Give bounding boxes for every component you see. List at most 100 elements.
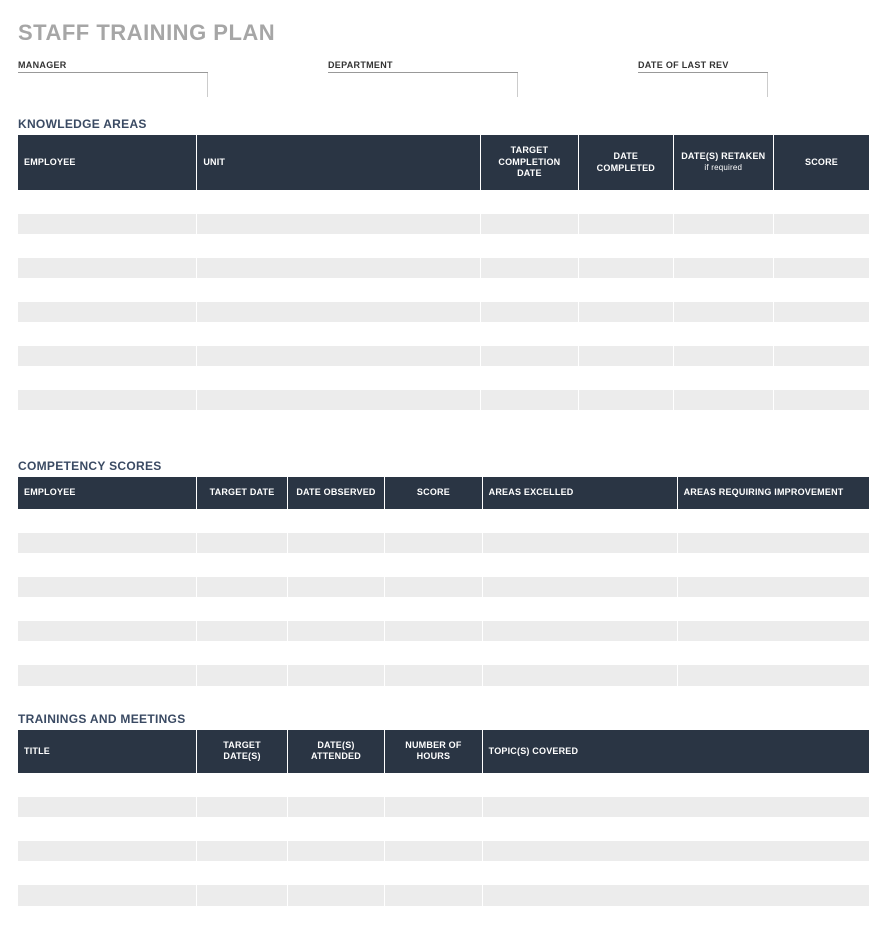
- cell-dates_retaken[interactable]: [673, 213, 773, 235]
- cell-employee[interactable]: [18, 389, 197, 411]
- cell-title[interactable]: [18, 862, 197, 884]
- cell-dates_attended[interactable]: [287, 840, 384, 862]
- cell-hours[interactable]: [385, 862, 482, 884]
- cell-date_observed[interactable]: [287, 620, 384, 642]
- cell-target_completion[interactable]: [480, 367, 578, 389]
- cell-unit[interactable]: [197, 213, 480, 235]
- meta-department-value[interactable]: [328, 73, 518, 97]
- cell-areas_improve[interactable]: [677, 598, 869, 620]
- cell-employee[interactable]: [18, 642, 197, 664]
- cell-date_completed[interactable]: [579, 235, 673, 257]
- cell-score[interactable]: [774, 191, 869, 213]
- cell-target_completion[interactable]: [480, 389, 578, 411]
- cell-areas_improve[interactable]: [677, 642, 869, 664]
- cell-areas_excelled[interactable]: [482, 576, 677, 598]
- cell-topics[interactable]: [482, 818, 869, 840]
- cell-areas_excelled[interactable]: [482, 620, 677, 642]
- cell-areas_improve[interactable]: [677, 510, 869, 532]
- cell-target_dates[interactable]: [197, 884, 287, 906]
- cell-target_completion[interactable]: [480, 279, 578, 301]
- cell-score[interactable]: [774, 213, 869, 235]
- cell-score[interactable]: [385, 510, 482, 532]
- cell-areas_excelled[interactable]: [482, 598, 677, 620]
- cell-score[interactable]: [385, 532, 482, 554]
- cell-employee[interactable]: [18, 191, 197, 213]
- cell-date_completed[interactable]: [579, 257, 673, 279]
- cell-target_completion[interactable]: [480, 235, 578, 257]
- cell-areas_improve[interactable]: [677, 532, 869, 554]
- cell-target_dates[interactable]: [197, 840, 287, 862]
- cell-dates_retaken[interactable]: [673, 279, 773, 301]
- cell-title[interactable]: [18, 840, 197, 862]
- cell-score[interactable]: [385, 576, 482, 598]
- cell-score[interactable]: [774, 301, 869, 323]
- cell-hours[interactable]: [385, 840, 482, 862]
- cell-score[interactable]: [774, 389, 869, 411]
- cell-score[interactable]: [774, 279, 869, 301]
- cell-target_date[interactable]: [197, 598, 287, 620]
- cell-score[interactable]: [385, 554, 482, 576]
- cell-employee[interactable]: [18, 664, 197, 686]
- cell-title[interactable]: [18, 884, 197, 906]
- meta-date-rev-value[interactable]: [638, 73, 768, 97]
- cell-topics[interactable]: [482, 862, 869, 884]
- cell-date_observed[interactable]: [287, 576, 384, 598]
- cell-date_observed[interactable]: [287, 510, 384, 532]
- cell-dates_attended[interactable]: [287, 774, 384, 796]
- cell-dates_attended[interactable]: [287, 862, 384, 884]
- cell-target_date[interactable]: [197, 642, 287, 664]
- cell-employee[interactable]: [18, 367, 197, 389]
- cell-score[interactable]: [774, 323, 869, 345]
- cell-topics[interactable]: [482, 774, 869, 796]
- cell-dates_retaken[interactable]: [673, 191, 773, 213]
- cell-score[interactable]: [385, 598, 482, 620]
- cell-unit[interactable]: [197, 367, 480, 389]
- cell-score[interactable]: [774, 411, 869, 433]
- cell-target_dates[interactable]: [197, 818, 287, 840]
- cell-dates_retaken[interactable]: [673, 345, 773, 367]
- cell-date_observed[interactable]: [287, 598, 384, 620]
- cell-date_completed[interactable]: [579, 301, 673, 323]
- cell-date_completed[interactable]: [579, 367, 673, 389]
- cell-employee[interactable]: [18, 345, 197, 367]
- cell-areas_improve[interactable]: [677, 576, 869, 598]
- cell-dates_attended[interactable]: [287, 818, 384, 840]
- cell-hours[interactable]: [385, 884, 482, 906]
- cell-areas_improve[interactable]: [677, 620, 869, 642]
- cell-score[interactable]: [774, 345, 869, 367]
- cell-score[interactable]: [774, 257, 869, 279]
- cell-employee[interactable]: [18, 323, 197, 345]
- cell-unit[interactable]: [197, 257, 480, 279]
- cell-date_completed[interactable]: [579, 279, 673, 301]
- cell-unit[interactable]: [197, 389, 480, 411]
- cell-employee[interactable]: [18, 554, 197, 576]
- cell-hours[interactable]: [385, 796, 482, 818]
- cell-target_completion[interactable]: [480, 191, 578, 213]
- cell-target_completion[interactable]: [480, 345, 578, 367]
- cell-areas_excelled[interactable]: [482, 642, 677, 664]
- cell-hours[interactable]: [385, 774, 482, 796]
- cell-unit[interactable]: [197, 301, 480, 323]
- cell-date_completed[interactable]: [579, 389, 673, 411]
- cell-employee[interactable]: [18, 576, 197, 598]
- cell-date_observed[interactable]: [287, 532, 384, 554]
- cell-unit[interactable]: [197, 411, 480, 433]
- cell-areas_improve[interactable]: [677, 554, 869, 576]
- cell-dates_retaken[interactable]: [673, 323, 773, 345]
- cell-employee[interactable]: [18, 257, 197, 279]
- cell-unit[interactable]: [197, 323, 480, 345]
- cell-dates_retaken[interactable]: [673, 257, 773, 279]
- cell-score[interactable]: [385, 664, 482, 686]
- cell-employee[interactable]: [18, 532, 197, 554]
- cell-unit[interactable]: [197, 235, 480, 257]
- cell-employee[interactable]: [18, 598, 197, 620]
- cell-areas_excelled[interactable]: [482, 554, 677, 576]
- cell-dates_retaken[interactable]: [673, 411, 773, 433]
- cell-dates_retaken[interactable]: [673, 235, 773, 257]
- cell-areas_excelled[interactable]: [482, 532, 677, 554]
- cell-employee[interactable]: [18, 411, 197, 433]
- cell-dates_retaken[interactable]: [673, 301, 773, 323]
- cell-date_completed[interactable]: [579, 213, 673, 235]
- cell-target_date[interactable]: [197, 664, 287, 686]
- cell-date_completed[interactable]: [579, 345, 673, 367]
